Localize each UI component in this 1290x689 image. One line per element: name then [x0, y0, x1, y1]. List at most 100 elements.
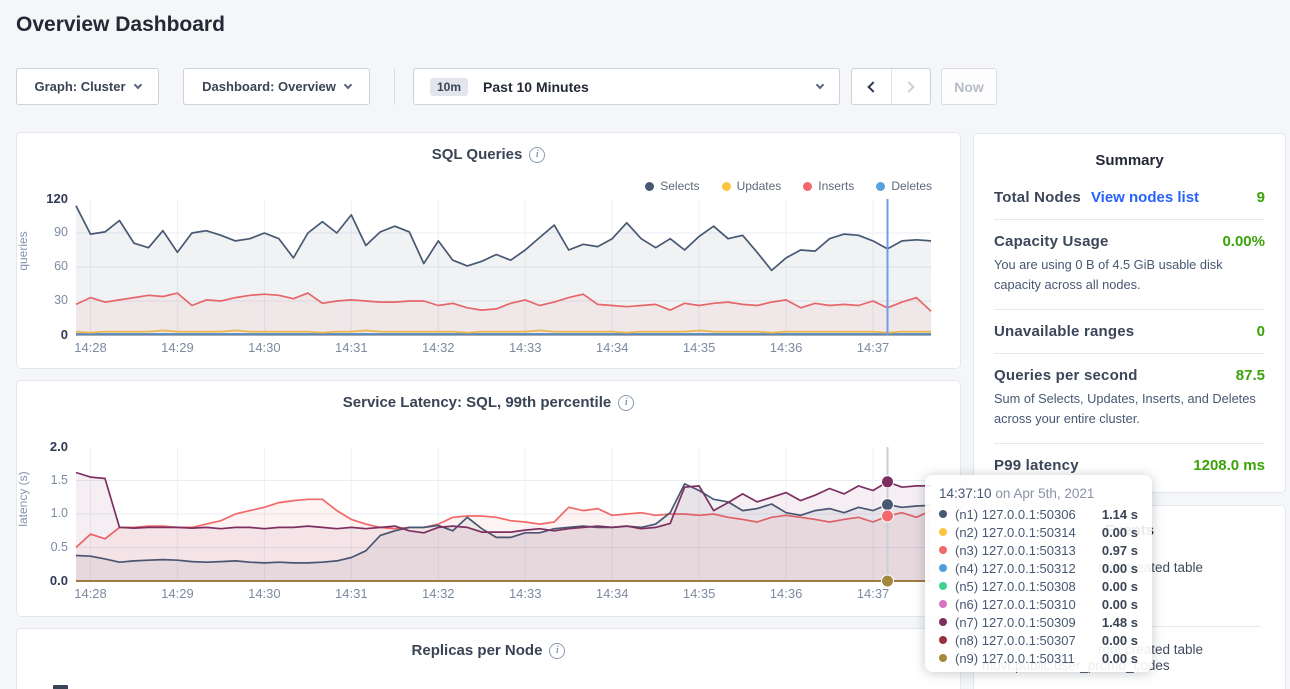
- y-axis-tick: 60: [24, 259, 68, 273]
- selects-dot-icon: [645, 182, 654, 191]
- chart-hover-tooltip: 14:37:10 on Apr 5th, 2021 (n1) 127.0.0.1…: [925, 475, 1152, 672]
- replicas-per-node-panel: Replicas per Node: [16, 628, 961, 689]
- tooltip-row: (n6) 127.0.0.1:503100.00 s: [939, 595, 1138, 613]
- x-axis-tick: 14:37: [849, 586, 897, 601]
- y-axis-tick: 0.0: [24, 573, 68, 588]
- x-axis-tick: 14:29: [153, 586, 201, 601]
- info-icon[interactable]: [549, 643, 565, 659]
- x-axis-tick: 14:30: [240, 586, 288, 601]
- legend-item-selects[interactable]: Selects: [645, 179, 699, 193]
- now-button[interactable]: Now: [941, 68, 997, 105]
- tooltip-row: (n2) 127.0.0.1:503140.00 s: [939, 523, 1138, 541]
- time-range-picker[interactable]: 10m Past 10 Minutes: [413, 68, 840, 105]
- sql-queries-title-text: SQL Queries: [432, 146, 523, 163]
- x-axis-tick: 14:35: [675, 586, 723, 601]
- service-latency-panel: Service Latency: SQL, 99th percentile la…: [16, 380, 961, 617]
- legend-item-updates[interactable]: Updates: [722, 179, 782, 193]
- p99-row: P99 latency 1208.0 ms: [994, 457, 1265, 474]
- x-axis-tick: 14:28: [67, 340, 115, 355]
- total-nodes-row: Total Nodes View nodes list 9: [994, 189, 1265, 206]
- tooltip-row: (n8) 127.0.0.1:503070.00 s: [939, 631, 1138, 649]
- node-dot-icon: [939, 582, 947, 590]
- node-dot-icon: [939, 546, 947, 554]
- range-label: Past 10 Minutes: [483, 79, 808, 95]
- sql-queries-panel: SQL Queries Selects Updates Inserts Dele…: [16, 132, 961, 369]
- y-axis-tick: 1.5: [24, 473, 68, 487]
- chart-canvas: [76, 447, 931, 581]
- toolbar-divider: [394, 68, 395, 105]
- summary-panel: Summary Total Nodes View nodes list 9 Ca…: [973, 133, 1286, 493]
- x-axis-tick: 14:32: [414, 586, 462, 601]
- node-dot-icon: [939, 600, 947, 608]
- service-latency-plot[interactable]: 14:2814:2914:3014:3114:3214:3314:3414:35…: [76, 447, 931, 581]
- chevron-right-icon: [904, 81, 915, 92]
- qps-description: Sum of Selects, Updates, Inserts, and De…: [994, 389, 1265, 430]
- tooltip-row: (n9) 127.0.0.1:503110.00 s: [939, 649, 1138, 667]
- y-axis-tick: 90: [24, 225, 68, 239]
- divider: [994, 353, 1265, 354]
- legend-item-deletes[interactable]: Deletes: [876, 179, 932, 193]
- x-axis-tick: 14:35: [675, 340, 723, 355]
- x-axis-tick: 14:36: [762, 340, 810, 355]
- qps-label: Queries per second: [994, 367, 1138, 384]
- node-dot-icon: [939, 636, 947, 644]
- divider: [994, 443, 1265, 444]
- x-axis-tick: 14:34: [588, 340, 636, 355]
- chevron-down-icon: [133, 81, 141, 89]
- total-nodes-value: 9: [1257, 189, 1265, 206]
- legend-item-inserts[interactable]: Inserts: [803, 179, 854, 193]
- tooltip-timestamp: 14:37:10 on Apr 5th, 2021: [939, 486, 1138, 501]
- x-axis-tick: 14:34: [588, 586, 636, 601]
- sql-queries-legend: Selects Updates Inserts Deletes: [645, 179, 932, 193]
- sql-queries-plot[interactable]: 14:2814:2914:3014:3114:3214:3314:3414:35…: [76, 199, 931, 335]
- service-latency-title: Service Latency: SQL, 99th percentile: [17, 394, 960, 411]
- capacity-row: Capacity Usage 0.00%: [994, 233, 1265, 250]
- chevron-down-icon: [816, 81, 824, 89]
- y-axis-tick: 0: [24, 327, 68, 342]
- qps-row: Queries per second 87.5: [994, 367, 1265, 384]
- tooltip-row: (n3) 127.0.0.1:503130.97 s: [939, 541, 1138, 559]
- page-title: Overview Dashboard: [16, 13, 225, 37]
- prev-window-button[interactable]: [852, 69, 891, 104]
- view-nodes-link[interactable]: View nodes list: [1091, 189, 1199, 206]
- deletes-dot-icon: [876, 182, 885, 191]
- updates-dot-icon: [722, 182, 731, 191]
- tooltip-row: (n1) 127.0.0.1:503061.14 s: [939, 505, 1138, 523]
- x-axis-tick: 14:28: [67, 586, 115, 601]
- capacity-label: Capacity Usage: [994, 233, 1109, 250]
- tooltip-row: (n7) 127.0.0.1:503091.48 s: [939, 613, 1138, 631]
- tooltip-row: (n4) 127.0.0.1:503120.00 s: [939, 559, 1138, 577]
- x-axis-tick: 14:31: [327, 586, 375, 601]
- y-axis-tick: 2.0: [24, 439, 68, 454]
- divider: [994, 309, 1265, 310]
- graph-scope-label: Graph: Cluster: [34, 79, 125, 94]
- node-dot-icon: [939, 528, 947, 536]
- info-icon[interactable]: [618, 395, 634, 411]
- node-dot-icon: [939, 618, 947, 626]
- service-latency-title-text: Service Latency: SQL, 99th percentile: [343, 394, 611, 411]
- y-axis-tick: 30: [24, 293, 68, 307]
- p99-label: P99 latency: [994, 457, 1079, 474]
- x-axis-tick: 14:30: [240, 340, 288, 355]
- x-axis-tick: 14:36: [762, 586, 810, 601]
- x-axis-tick: 14:33: [501, 586, 549, 601]
- dashboard-dropdown[interactable]: Dashboard: Overview: [183, 68, 370, 105]
- sql-queries-title: SQL Queries: [17, 146, 960, 163]
- tooltip-time: 14:37:10: [939, 486, 992, 501]
- capacity-value: 0.00%: [1222, 233, 1265, 250]
- chevron-left-icon: [867, 81, 878, 92]
- next-window-button[interactable]: [891, 69, 931, 104]
- x-axis-tick: 14:37: [849, 340, 897, 355]
- tooltip-row: (n5) 127.0.0.1:503080.00 s: [939, 577, 1138, 595]
- x-axis-tick: 14:32: [414, 340, 462, 355]
- unavailable-ranges-value: 0: [1257, 323, 1265, 340]
- time-window-nav: [851, 68, 931, 105]
- info-icon[interactable]: [529, 147, 545, 163]
- graph-scope-dropdown[interactable]: Graph: Cluster: [16, 68, 159, 105]
- replicas-title-text: Replicas per Node: [412, 642, 543, 659]
- p99-value: 1208.0 ms: [1193, 457, 1265, 474]
- inserts-dot-icon: [803, 182, 812, 191]
- divider: [994, 219, 1265, 220]
- y-axis-tick: 0.5: [24, 540, 68, 554]
- summary-title: Summary: [994, 152, 1265, 169]
